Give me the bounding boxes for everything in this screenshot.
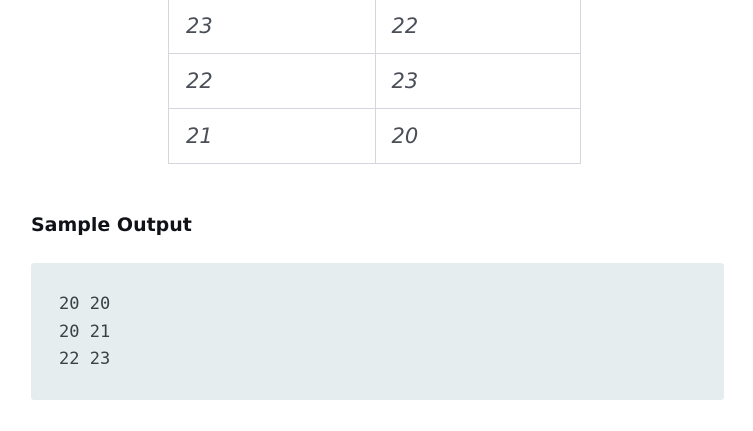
table-row: 22 23 xyxy=(168,53,581,109)
output-line: 22 23 xyxy=(59,349,111,369)
table-cell: 22 xyxy=(168,53,376,109)
table-row: 23 22 xyxy=(168,0,581,54)
output-line: 20 21 xyxy=(59,321,111,342)
table-cell: 20 xyxy=(374,108,581,164)
table-cell: 21 xyxy=(168,108,376,164)
table-cell: 23 xyxy=(374,53,581,109)
sample-output-heading: Sample Output xyxy=(31,214,192,236)
table-cell: 22 xyxy=(374,0,581,54)
table-row: 21 20 xyxy=(168,108,581,164)
sample-output-code-block[interactable]: 20 20 20 21 22 23 xyxy=(31,263,724,400)
table-cell: 23 xyxy=(168,0,376,54)
output-lines: 20 20 20 21 22 23 xyxy=(59,291,110,374)
output-line: 20 20 xyxy=(59,294,111,314)
sample-input-table: 23 22 22 23 21 20 xyxy=(168,0,581,164)
